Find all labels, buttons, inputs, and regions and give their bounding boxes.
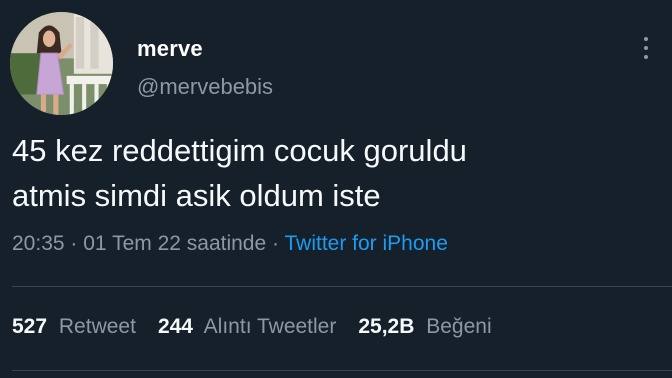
divider [12, 286, 672, 287]
tweet-stats: 527 Retweet 244 Alıntı Tweetler 25,2B Be… [12, 315, 492, 339]
retweets-label: Retweet [58, 315, 136, 338]
likes-label: Beğeni [426, 315, 492, 338]
more-dot [644, 55, 648, 59]
display-name[interactable]: merve [137, 36, 203, 62]
tweet-text: 45 kez reddettigim cocuk goruldu atmis s… [12, 128, 652, 218]
divider [12, 370, 672, 371]
tweet-text-line: atmis simdi asik oldum iste [12, 178, 381, 213]
avatar[interactable] [10, 12, 113, 115]
user-handle[interactable]: @mervebebis [137, 74, 273, 100]
quotes-count: 244 [157, 315, 193, 338]
likes-stat[interactable]: 25,2B Beğeni [358, 315, 491, 339]
tweet-meta: 20:35 · 01 Tem 22 saatinde · Twitter for… [12, 232, 448, 256]
tweet: merve @mervebebis 45 kez reddettigim coc… [0, 0, 672, 378]
more-dot [644, 46, 648, 50]
tweet-source-link[interactable]: Twitter for iPhone [284, 232, 447, 255]
quotes-stat[interactable]: 244 Alıntı Tweetler [158, 315, 336, 339]
retweets-count: 527 [12, 315, 48, 338]
more-dot [644, 37, 648, 41]
meta-separator: · [70, 232, 78, 255]
tweet-date[interactable]: 01 Tem 22 saatinde [83, 232, 266, 255]
tweet-time[interactable]: 20:35 [12, 232, 65, 255]
avatar-photo [10, 12, 113, 115]
retweets-stat[interactable]: 527 Retweet [12, 315, 136, 339]
more-options-icon[interactable] [636, 28, 656, 68]
likes-count: 25,2B [358, 315, 415, 338]
quotes-label: Alıntı Tweetler [203, 315, 337, 338]
tweet-text-line: 45 kez reddettigim cocuk goruldu [12, 133, 467, 168]
meta-separator: · [272, 232, 280, 255]
